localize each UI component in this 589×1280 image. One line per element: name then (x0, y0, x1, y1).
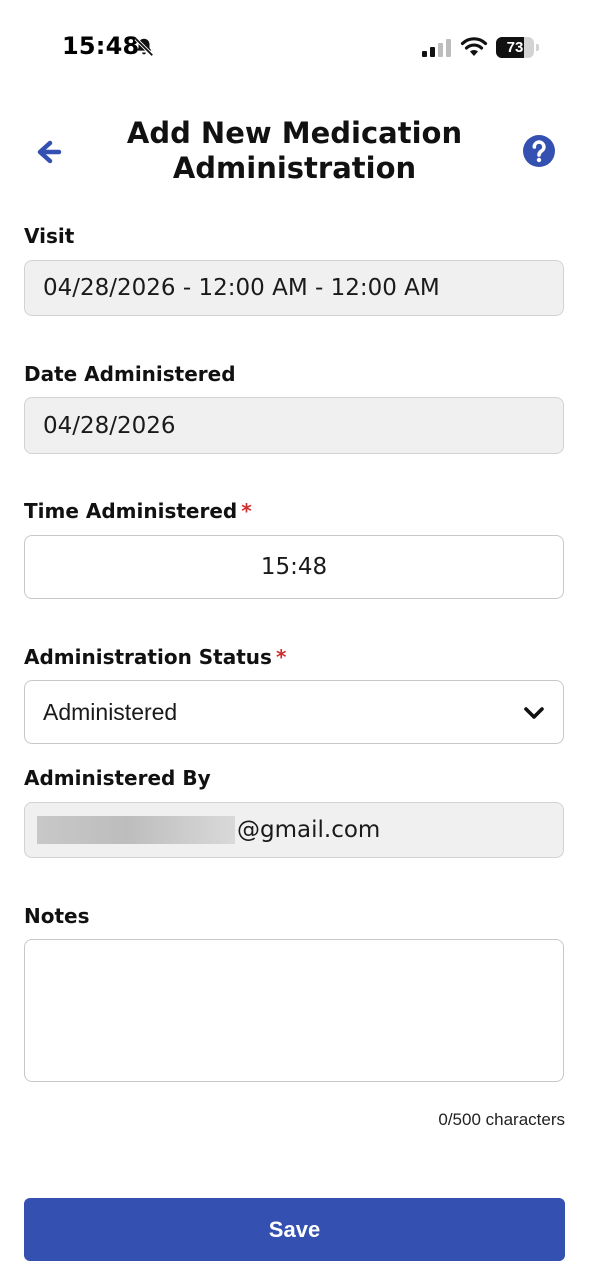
administered-by-email-domain: @gmail.com (237, 817, 381, 843)
bell-slash-icon (134, 37, 154, 57)
battery-level: 73 (506, 39, 524, 56)
administered-by-value: @gmail.com (37, 803, 380, 857)
required-asterisk: * (241, 499, 252, 523)
visit-field[interactable]: 04/28/2026 - 12:00 AM - 12:00 AM (24, 260, 564, 316)
save-button[interactable]: Save (24, 1198, 565, 1261)
time-administered-label-text: Time Administered (24, 499, 238, 523)
required-asterisk: * (275, 645, 287, 669)
status-time: 15:48 (62, 32, 140, 60)
administered-by-label: Administered By (24, 766, 211, 790)
header: Add New Medication Administration (0, 110, 589, 194)
status-bar: 15:48 73 (0, 0, 589, 96)
chevron-down-icon (524, 707, 544, 719)
time-administered-label: Time Administered * (24, 499, 252, 523)
wifi-icon (460, 37, 488, 56)
redacted-email-user (37, 816, 235, 844)
notes-textarea[interactable] (24, 939, 564, 1082)
notes-char-count: 0/500 characters (438, 1110, 565, 1129)
visit-value: 04/28/2026 - 12:00 AM - 12:00 AM (43, 275, 440, 301)
cellular-signal-icon (422, 39, 451, 57)
page-title-line2: Administration (172, 151, 417, 185)
date-administered-value: 04/28/2026 (43, 412, 176, 439)
battery-icon: 73 (496, 37, 540, 58)
administration-status-select[interactable]: Administered (24, 680, 564, 744)
help-question-icon[interactable] (522, 134, 556, 168)
back-arrow-icon[interactable] (30, 134, 66, 170)
date-administered-label: Date Administered (24, 362, 236, 386)
administration-status-label-text: Administration Status (24, 645, 272, 669)
page-title: Add New Medication Administration (110, 116, 479, 186)
page-title-line1: Add New Medication (126, 116, 463, 150)
administered-by-field[interactable]: @gmail.com (24, 802, 564, 858)
visit-label: Visit (24, 224, 75, 248)
date-administered-field[interactable]: 04/28/2026 (24, 397, 564, 454)
administration-status-label: Administration Status * (24, 645, 286, 669)
administration-status-value: Administered (43, 698, 178, 725)
time-administered-input[interactable]: 15:48 (24, 535, 564, 599)
notes-label: Notes (24, 904, 90, 928)
time-administered-value: 15:48 (260, 554, 328, 580)
